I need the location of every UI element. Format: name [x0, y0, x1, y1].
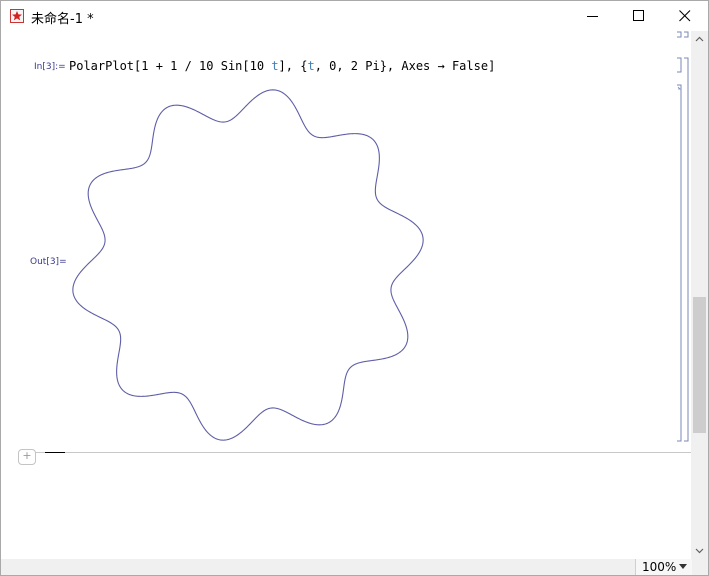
minimize-icon: [587, 16, 598, 17]
vertical-scrollbar[interactable]: [691, 31, 708, 559]
code-part-3: , 0, 2 Pi}, Axes → False]: [314, 59, 496, 73]
scroll-down-icon[interactable]: [691, 542, 708, 559]
polar-plot[interactable]: [67, 87, 429, 443]
scroll-thumb[interactable]: [693, 297, 706, 433]
scroll-up-icon[interactable]: [691, 31, 708, 48]
notebook-window: 未命名-1 * ◢ In[3]:= PolarPlot[1 + 1 / 10 S…: [0, 0, 709, 576]
notebook-content[interactable]: In[3]:= PolarPlot[1 + 1 / 10 Sin[10 t], …: [1, 31, 691, 559]
zoom-value: 100%: [642, 560, 677, 574]
maximize-button[interactable]: [616, 1, 662, 31]
close-button[interactable]: [662, 1, 708, 31]
add-cell-symbol: +: [22, 449, 32, 462]
maximize-icon: [633, 10, 644, 21]
input-cell-label: In[3]:=: [34, 62, 66, 72]
code-part-2: ], {: [278, 59, 308, 73]
cell-brackets[interactable]: [675, 31, 691, 451]
code-variable-1: t: [271, 59, 279, 73]
title-bar[interactable]: 未命名-1 *: [1, 1, 708, 31]
input-cell-code[interactable]: PolarPlot[1 + 1 / 10 Sin[10 t], {t, 0, 2…: [69, 59, 495, 73]
output-cell-label: Out[3]=: [30, 257, 67, 267]
polar-plot-curve: [72, 89, 424, 441]
add-cell-button[interactable]: +: [18, 449, 36, 465]
text-cursor: [45, 452, 65, 453]
cell-insertion-line: [31, 452, 691, 453]
code-function: PolarPlot: [69, 59, 135, 73]
mathematica-icon: [10, 9, 24, 23]
status-bar: 100%: [1, 559, 708, 575]
zoom-control[interactable]: 100%: [635, 559, 692, 575]
window-title: 未命名-1 *: [31, 12, 94, 27]
chevron-down-icon: [679, 564, 687, 569]
minimize-button[interactable]: [570, 1, 616, 31]
close-icon: [679, 10, 691, 22]
code-part-1: [1 + 1 / 10 Sin[10: [134, 59, 272, 73]
code-variable-2: t: [307, 59, 315, 73]
